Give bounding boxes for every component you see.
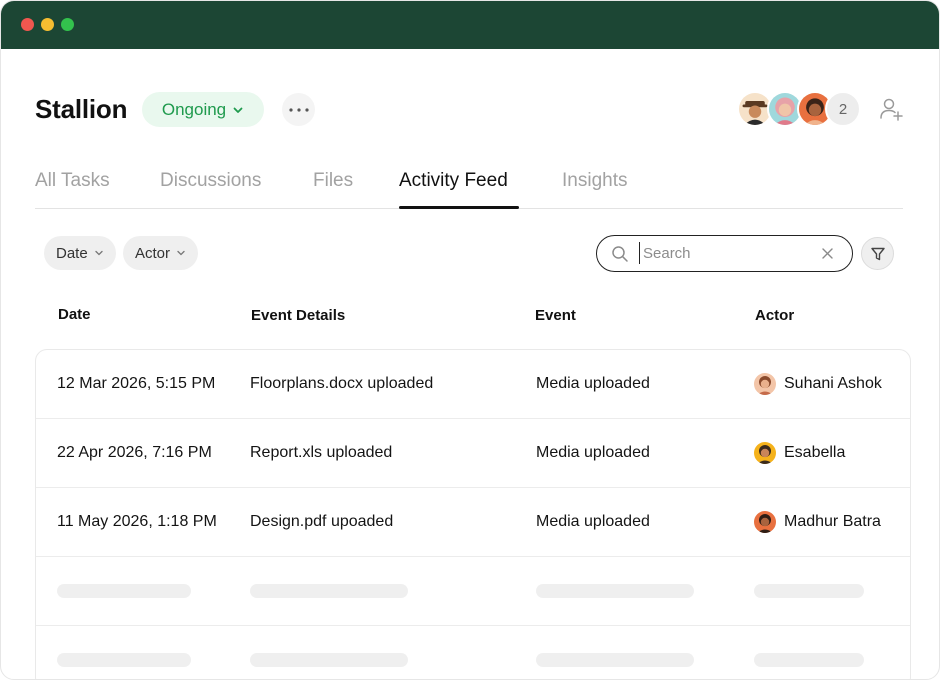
actor-filter-label: Actor [135, 244, 171, 262]
project-title: Stallion [35, 94, 128, 124]
window-titlebar [1, 1, 939, 49]
table-row[interactable]: 22 Apr 2026, 7:16 PM Report.xls uploaded… [36, 419, 910, 488]
skeleton-bar [250, 584, 408, 598]
actor-avatar [754, 511, 776, 533]
skeleton-row [36, 626, 910, 679]
row-event: Media uploaded [536, 375, 650, 392]
member-overflow-count[interactable]: 2 [825, 91, 861, 127]
actor-filter-dropdown[interactable]: Actor [123, 236, 199, 270]
more-options-button[interactable] [282, 93, 315, 126]
row-details: Floorplans.docx uploaded [250, 375, 434, 392]
row-details: Report.xls uploaded [250, 444, 393, 461]
chevron-down-icon [177, 250, 185, 256]
tab-files[interactable]: Files [313, 170, 353, 192]
skeleton-bar [754, 653, 864, 667]
app-window: Stallion Ongoing 2 All Tasks Discussions… [0, 0, 940, 680]
row-date: 22 Apr 2026, 7:16 PM [57, 444, 212, 461]
window-maximize-button[interactable] [61, 18, 74, 31]
skeleton-row [36, 557, 910, 626]
column-header-actor[interactable]: Actor [755, 307, 794, 324]
skeleton-bar [250, 653, 408, 667]
actor-avatar [754, 442, 776, 464]
chevron-down-icon [95, 250, 103, 256]
tab-bar: All Tasks Discussions Files Activity Fee… [35, 167, 903, 209]
filter-button[interactable] [861, 237, 894, 270]
date-filter-dropdown[interactable]: Date [44, 236, 116, 270]
more-horizontal-icon [288, 107, 309, 112]
row-date: 11 May 2026, 1:18 PM [57, 513, 217, 530]
search-box[interactable] [596, 235, 853, 272]
skeleton-bar [57, 584, 191, 598]
row-date: 12 Mar 2026, 5:15 PM [57, 375, 216, 392]
table-row[interactable]: 12 Mar 2026, 5:15 PM Floorplans.docx upl… [36, 350, 910, 419]
row-event: Media uploaded [536, 513, 650, 530]
chevron-down-icon [233, 107, 243, 113]
window-close-button[interactable] [21, 18, 34, 31]
table-row[interactable]: 11 May 2026, 1:18 PM Design.pdf upoaded … [36, 488, 910, 557]
search-input[interactable] [639, 242, 809, 264]
skeleton-bar [57, 653, 191, 667]
date-filter-label: Date [56, 244, 88, 262]
actor-avatar [754, 373, 776, 395]
actor-name: Suhani Ashok [784, 375, 882, 392]
actor-name: Madhur Batra [784, 513, 881, 530]
skeleton-bar [754, 584, 864, 598]
actor-name: Esabella [784, 444, 846, 461]
skeleton-bar [536, 584, 694, 598]
add-user-icon[interactable] [877, 95, 905, 123]
column-header-event-details[interactable]: Event Details [251, 307, 345, 324]
tab-discussions[interactable]: Discussions [160, 170, 261, 192]
active-tab-indicator [399, 206, 519, 209]
status-dropdown[interactable]: Ongoing [142, 92, 264, 127]
window-minimize-button[interactable] [41, 18, 54, 31]
row-event: Media uploaded [536, 444, 650, 461]
search-icon [612, 246, 628, 262]
column-header-event[interactable]: Event [535, 307, 576, 324]
row-details: Design.pdf upoaded [250, 513, 394, 530]
column-header-date[interactable]: Date [58, 306, 91, 323]
skeleton-bar [536, 653, 694, 667]
tab-activity-feed[interactable]: Activity Feed [399, 170, 508, 192]
row-actor[interactable]: Madhur Batra [754, 511, 881, 533]
tab-insights[interactable]: Insights [562, 170, 627, 192]
activity-table: 12 Mar 2026, 5:15 PM Floorplans.docx upl… [35, 349, 911, 679]
row-actor[interactable]: Suhani Ashok [754, 373, 882, 395]
tab-all-tasks[interactable]: All Tasks [35, 170, 110, 192]
filter-icon [870, 247, 885, 260]
close-icon[interactable] [821, 247, 834, 260]
row-actor[interactable]: Esabella [754, 442, 845, 464]
status-label: Ongoing [161, 99, 227, 119]
